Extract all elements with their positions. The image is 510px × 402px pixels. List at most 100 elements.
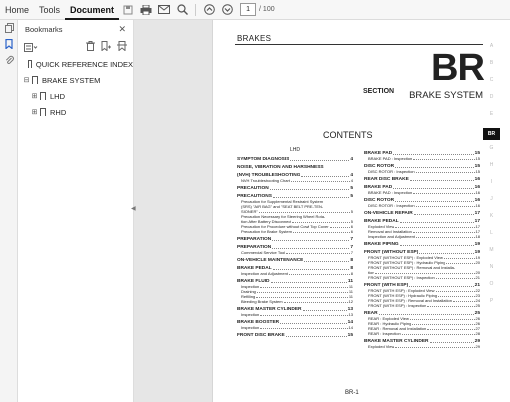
section-index-tab[interactable]: D xyxy=(483,94,500,100)
save-icon[interactable] xyxy=(119,0,137,20)
toc-entry[interactable]: Precaution for Brake System 6 xyxy=(237,229,353,234)
toc-entry[interactable]: REAR : Inspection 28 xyxy=(364,331,480,336)
section-index-tab[interactable]: G xyxy=(483,145,500,151)
bookmark-quick-reference-index[interactable]: QUICK REFERENCE INDEX xyxy=(18,56,133,72)
email-icon[interactable] xyxy=(155,0,173,20)
toc-entry-page: 16 xyxy=(474,177,480,182)
toc-entry-title: BRAKE PIPING xyxy=(364,242,399,247)
expand-toggle[interactable]: ⊞ xyxy=(30,108,39,116)
toc-leader-dots xyxy=(413,156,475,160)
toc-entry[interactable]: Bleeding Brake System 12 xyxy=(237,299,353,304)
toc-entry-page: 4 xyxy=(350,157,353,162)
bookmark-tree: QUICK REFERENCE INDEX ⊟ BRAKE SYSTEM ⊞ L… xyxy=(18,56,133,120)
section-index-tab[interactable]: E xyxy=(483,111,500,117)
toc-entry[interactable]: REAR DISC BRAKE 16 xyxy=(364,177,480,182)
section-index-tab[interactable]: B xyxy=(483,60,500,66)
toc-leader-dots xyxy=(415,169,475,173)
toc-entry-title: NVH Troubleshooting Chart xyxy=(241,178,290,183)
section-index-tab[interactable]: H xyxy=(483,162,500,168)
toc-entry[interactable]: SYMPTOM DIAGNOSIS 4 xyxy=(237,157,353,162)
contents-title: CONTENTS xyxy=(323,130,373,140)
options-menu-icon[interactable] xyxy=(24,42,38,52)
toc-entry-title: PREPARATION xyxy=(237,237,272,242)
toc-entry-title: FRONT (WITHOUT ESP) : Inspection xyxy=(368,275,435,280)
toc-entry[interactable]: Exploded View 29 xyxy=(364,344,480,349)
toc-leader-dots xyxy=(375,270,475,274)
expand-toggle[interactable]: ⊞ xyxy=(30,92,39,100)
toc-entry[interactable]: DISC ROTOR : Inspection 15 xyxy=(364,169,480,174)
toc-leader-dots xyxy=(292,219,350,223)
collapse-toggle[interactable]: ⊟ xyxy=(22,76,31,84)
section-index-tab[interactable]: M xyxy=(483,247,500,253)
toc-entry[interactable]: FRONT DISC BRAKE 15 xyxy=(237,333,353,338)
toc-left-column: LHD SYMPTOM DIAGNOSIS 4 NOISE, VIBRATION A… xyxy=(237,148,353,339)
page-down-icon[interactable] xyxy=(218,0,236,20)
expand-bookmark-icon[interactable] xyxy=(117,41,127,53)
panel-title: Bookmarks xyxy=(25,24,63,34)
toc-leader-dots xyxy=(415,203,475,207)
page-number-input[interactable]: 1 xyxy=(240,3,257,16)
section-index-tab[interactable]: A xyxy=(483,43,500,49)
toc-entry-page: 15 xyxy=(347,333,353,338)
bookmark-icon[interactable] xyxy=(0,36,18,52)
toc-entry[interactable]: Inspection and Adjustment 18 xyxy=(364,234,480,239)
section-index-tab[interactable]: O xyxy=(483,281,500,287)
toc-entry-page: 13 xyxy=(348,312,353,317)
toc-entry[interactable]: ON-VEHICLE MAINTENANCE 8 xyxy=(237,258,353,263)
section-index-tab[interactable]: K xyxy=(483,213,500,219)
print-icon[interactable] xyxy=(137,0,155,20)
toc-entry[interactable]: BRAKE PAD : Inspection 15 xyxy=(364,156,480,161)
attachment-icon[interactable] xyxy=(0,52,18,68)
toc-entry[interactable]: BRAKE PIPING 19 xyxy=(364,242,480,247)
section-index-tab[interactable]: I xyxy=(483,179,500,185)
pages-icon[interactable] xyxy=(0,20,18,36)
toc-entry[interactable]: Inspection 14 xyxy=(237,325,353,330)
toc-leader-dots xyxy=(260,325,348,329)
page-up-icon[interactable] xyxy=(200,0,218,20)
toc-entry[interactable]: ON-VEHICLE REPAIR 17 xyxy=(364,211,480,216)
section-index-tab[interactable]: L xyxy=(483,230,500,236)
close-icon[interactable]: ✕ xyxy=(118,24,126,35)
toc-entry[interactable]: PREPARATION 7 xyxy=(237,237,353,242)
toc-entry[interactable]: Inspection and Adjustment 8 xyxy=(237,271,353,276)
bookmark-item-icon xyxy=(32,76,38,86)
new-bookmark-icon[interactable] xyxy=(101,41,111,53)
section-index-tab[interactable]: C xyxy=(483,77,500,83)
toc-entry-page: 8 xyxy=(350,271,353,276)
tab-document[interactable]: Document xyxy=(65,0,120,20)
section-index-tab[interactable]: P xyxy=(483,298,500,304)
bookmark-label: RHD xyxy=(50,107,67,117)
toc-entry[interactable]: Commercial Service Tool 7 xyxy=(237,250,353,255)
toc-leader-dots xyxy=(272,194,350,198)
toc-entry[interactable]: FRONT (WITHOUT ESP) : Inspection 21 xyxy=(364,275,480,280)
toc-entry[interactable]: FRONT (WITH ESP) : Inspection 25 xyxy=(364,303,480,308)
tab-home[interactable]: Home xyxy=(0,0,34,20)
toc-entry[interactable]: PRECAUTION 5 xyxy=(237,186,353,191)
toc-entry[interactable]: NVH Troubleshooting Chart 4 xyxy=(237,178,353,183)
toc-leader-dots xyxy=(393,151,474,155)
bookmark-rhd[interactable]: ⊞ RHD xyxy=(18,104,133,120)
toc-leader-dots xyxy=(395,198,474,202)
toc-leader-dots xyxy=(399,219,474,223)
toc-leader-dots xyxy=(438,293,475,297)
tab-tools[interactable]: Tools xyxy=(34,0,65,20)
toc-entry-page: 15 xyxy=(475,156,480,161)
section-index-tab[interactable]: BR xyxy=(483,128,500,140)
section-index-tab[interactable]: N xyxy=(483,264,500,270)
collapse-panel-icon[interactable]: ◀ xyxy=(131,205,136,212)
delete-icon[interactable] xyxy=(86,41,95,53)
toc-entry-page: 7 xyxy=(350,250,353,255)
toc-leader-dots xyxy=(413,190,475,194)
toc-entry-page: 16 xyxy=(475,190,480,195)
toc-entry-page: 5 xyxy=(350,209,353,214)
toc-entry[interactable]: Inspection 13 xyxy=(237,312,353,317)
toc-leader-dots xyxy=(269,186,350,190)
search-icon[interactable] xyxy=(173,0,191,20)
bookmark-lhd[interactable]: ⊞ LHD xyxy=(18,88,133,104)
toc-entry[interactable]: BRAKE PAD : Inspection 16 xyxy=(364,190,480,195)
bookmark-brake-system[interactable]: ⊟ BRAKE SYSTEM xyxy=(18,72,133,88)
toc-entry[interactable]: DISC ROTOR : Inspection 16 xyxy=(364,203,480,208)
toc-entry[interactable]: NOISE, VIBRATION AND HARSHNESS xyxy=(237,165,353,170)
section-index-tab[interactable]: J xyxy=(483,196,500,202)
toc-leader-dots xyxy=(427,303,475,307)
